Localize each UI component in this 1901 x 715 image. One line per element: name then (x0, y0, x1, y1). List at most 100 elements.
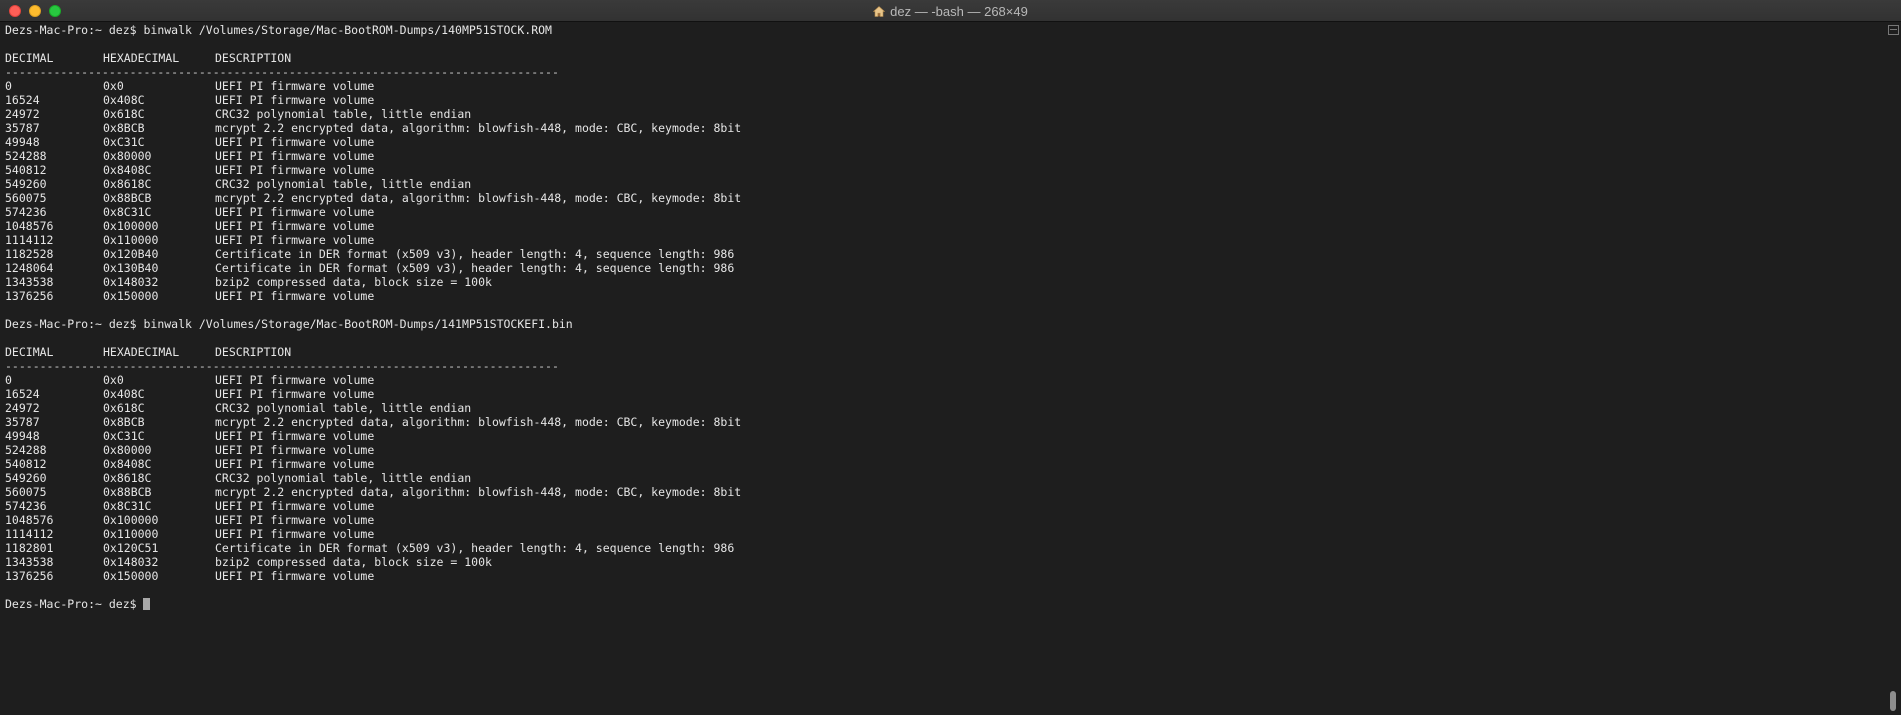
table-row: 524288 0x80000 UEFI PI firmware volume (5, 443, 1880, 457)
decimal-cell: 49948 (5, 135, 40, 149)
table-row: 16524 0x408C UEFI PI firmware volume (5, 93, 1880, 107)
description-cell: bzip2 compressed data, block size = 100k (215, 555, 492, 569)
table-header-row: DECIMAL HEXADECIMAL DESCRIPTION (5, 51, 1880, 65)
description-cell: UEFI PI firmware volume (215, 289, 375, 303)
table-row: 1343538 0x148032 bzip2 compressed data, bl… (5, 275, 1880, 289)
description-cell: mcrypt 2.2 encrypted data, algorithm: bl… (215, 485, 742, 499)
description-cell: UEFI PI firmware volume (215, 429, 375, 443)
table-row: 49948 0xC31C UEFI PI firmware volume (5, 135, 1880, 149)
decimal-cell: 574236 (5, 205, 47, 219)
description-cell: UEFI PI firmware volume (215, 443, 375, 457)
table-row: 1048576 0x100000 UEFI PI firmware volume (5, 513, 1880, 527)
table-row: 0 0x0 UEFI PI firmware volume (5, 373, 1880, 387)
table-row: 35787 0x8BCB mcrypt 2.2 encrypted data, al… (5, 415, 1880, 429)
table-row: 1376256 0x150000 UEFI PI firmware volume (5, 289, 1880, 303)
hex-cell: 0x618C (103, 401, 145, 415)
decimal-cell: 1182801 (5, 541, 54, 555)
terminal-window: dez — -bash — 268×49 Dezs-Mac-Pro:~ dez$… (0, 0, 1901, 715)
hex-cell: 0xC31C (103, 135, 145, 149)
header-decimal: DECIMAL (5, 51, 54, 65)
hex-cell: 0x110000 (103, 527, 159, 541)
hex-cell: 0x8408C (103, 457, 152, 471)
description-cell: UEFI PI firmware volume (215, 499, 375, 513)
table-row: 1048576 0x100000 UEFI PI firmware volume (5, 219, 1880, 233)
table-row: 560075 0x88BCB mcrypt 2.2 encrypted data, … (5, 191, 1880, 205)
hex-cell: 0x8618C (103, 177, 152, 191)
window-title-area: dez — -bash — 268×49 (0, 0, 1901, 22)
text-cursor (143, 598, 151, 610)
hex-cell: 0x408C (103, 387, 145, 401)
decimal-cell: 24972 (5, 107, 40, 121)
hex-cell: 0x88BCB (103, 191, 152, 205)
vertical-scrollbar[interactable] (1881, 23, 1901, 715)
decimal-cell: 16524 (5, 93, 40, 107)
decimal-cell: 1248064 (5, 261, 54, 275)
table-row: 1248064 0x130B40 Certificate in DER format… (5, 261, 1880, 275)
description-cell: UEFI PI firmware volume (215, 205, 375, 219)
table-row: 574236 0x8C31C UEFI PI firmware volume (5, 205, 1880, 219)
decimal-cell: 1376256 (5, 569, 54, 583)
decimal-cell: 1182528 (5, 247, 54, 261)
decimal-cell: 540812 (5, 457, 47, 471)
description-cell: UEFI PI firmware volume (215, 387, 375, 401)
hex-cell: 0x100000 (103, 219, 159, 233)
decimal-cell: 540812 (5, 163, 47, 177)
title-bar[interactable]: dez — -bash — 268×49 (0, 0, 1901, 22)
decimal-cell: 524288 (5, 149, 47, 163)
hex-cell: 0x0 (103, 79, 124, 93)
decimal-cell: 1048576 (5, 219, 54, 233)
command-prompt-line: Dezs-Mac-Pro:~ dez$ binwalk /Volumes/Sto… (5, 23, 552, 37)
scroll-thumb[interactable] (1890, 691, 1896, 711)
hex-cell: 0x100000 (103, 513, 159, 527)
description-cell: UEFI PI firmware volume (215, 219, 375, 233)
table-row: 540812 0x8408C UEFI PI firmware volume (5, 457, 1880, 471)
hex-cell: 0x408C (103, 93, 145, 107)
table-row: 24972 0x618C CRC32 polynomial table, littl… (5, 107, 1880, 121)
description-cell: UEFI PI firmware volume (215, 457, 375, 471)
decimal-cell: 1114112 (5, 233, 54, 247)
decimal-cell: 1048576 (5, 513, 54, 527)
description-cell: UEFI PI firmware volume (215, 79, 375, 93)
table-row: 1114112 0x110000 UEFI PI firmware volume (5, 527, 1880, 541)
hex-cell: 0x130B40 (103, 261, 159, 275)
description-cell: CRC32 polynomial table, little endian (215, 177, 472, 191)
active-prompt-line[interactable]: Dezs-Mac-Pro:~ dez$ (5, 597, 1880, 611)
table-separator: ----------------------------------------… (5, 359, 559, 373)
terminal-output[interactable]: Dezs-Mac-Pro:~ dez$ binwalk /Volumes/Sto… (0, 23, 1880, 715)
hex-cell: 0x150000 (103, 569, 159, 583)
prompt-text: Dezs-Mac-Pro:~ dez$ (5, 597, 144, 611)
table-row: 24972 0x618C CRC32 polynomial table, littl… (5, 401, 1880, 415)
table-row: 549260 0x8618C CRC32 polynomial table, lit… (5, 177, 1880, 191)
table-row: 35787 0x8BCB mcrypt 2.2 encrypted data, al… (5, 121, 1880, 135)
table-row: 1343538 0x148032 bzip2 compressed data, bl… (5, 555, 1880, 569)
description-cell: CRC32 polynomial table, little endian (215, 107, 472, 121)
decimal-cell: 560075 (5, 485, 47, 499)
decimal-cell: 49948 (5, 429, 40, 443)
header-hexadecimal: HEXADECIMAL (103, 51, 180, 65)
header-hexadecimal: HEXADECIMAL (103, 345, 180, 359)
decimal-cell: 35787 (5, 415, 40, 429)
hex-cell: 0x80000 (103, 149, 152, 163)
table-row: 1182528 0x120B40 Certificate in DER format… (5, 247, 1880, 261)
header-description: DESCRIPTION (215, 345, 292, 359)
window-title: dez — -bash — 268×49 (890, 3, 1028, 19)
table-row: 1376256 0x150000 UEFI PI firmware volume (5, 569, 1880, 583)
hex-cell: 0x120C51 (103, 541, 159, 555)
description-cell: UEFI PI firmware volume (215, 527, 375, 541)
table-row: 16524 0x408C UEFI PI firmware volume (5, 387, 1880, 401)
decimal-cell: 574236 (5, 499, 47, 513)
table-row: 540812 0x8408C UEFI PI firmware volume (5, 163, 1880, 177)
hex-cell: 0x120B40 (103, 247, 159, 261)
decimal-cell: 35787 (5, 121, 40, 135)
table-row: 0 0x0 UEFI PI firmware volume (5, 79, 1880, 93)
hex-cell: 0x8BCB (103, 415, 145, 429)
split-pane-icon[interactable] (1888, 25, 1899, 35)
decimal-cell: 1343538 (5, 275, 54, 289)
decimal-cell: 549260 (5, 177, 47, 191)
table-row: 1182801 0x120C51 Certificate in DER format… (5, 541, 1880, 555)
description-cell: UEFI PI firmware volume (215, 163, 375, 177)
hex-cell: 0x8408C (103, 163, 152, 177)
